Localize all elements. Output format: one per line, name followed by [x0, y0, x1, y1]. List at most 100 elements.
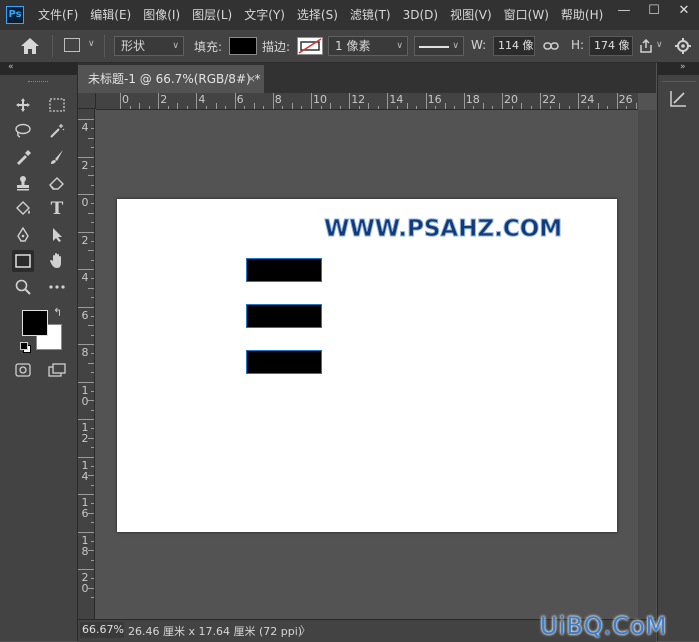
ruler-tick	[482, 103, 484, 109]
status-menu-arrow[interactable]: 〉	[300, 622, 311, 638]
ruler-tick	[530, 106, 532, 109]
ruler-tick	[425, 93, 427, 109]
ruler-tick	[568, 106, 570, 109]
path-selection-tool-icon[interactable]	[46, 224, 68, 246]
rectangle-tool-icon[interactable]	[12, 250, 34, 272]
gear-icon[interactable]	[674, 37, 692, 55]
move-tool-icon[interactable]	[12, 94, 34, 116]
ruler-label: 8	[81, 544, 89, 558]
menu-filter[interactable]: 滤镜(T)	[350, 0, 391, 30]
close-button[interactable]: ✕	[669, 0, 699, 22]
rectangle-shape-2[interactable]	[246, 304, 322, 328]
menu-image[interactable]: 图像(I)	[143, 0, 180, 30]
properties-panel-icon[interactable]	[668, 89, 688, 109]
minimize-button[interactable]: —	[609, 0, 639, 22]
ruler-origin[interactable]	[78, 93, 96, 109]
collapse-icon: «	[8, 62, 14, 72]
stroke-type-dropdown[interactable]: ∨	[414, 36, 464, 56]
zoom-level-input[interactable]: 66.67%	[80, 622, 124, 638]
canvas-watermark-text: WWW.PSAHZ.COM	[323, 216, 563, 243]
share-icon[interactable]	[639, 38, 653, 54]
foreground-color-swatch[interactable]	[22, 310, 48, 336]
screen-mode-icon[interactable]	[46, 359, 68, 381]
stroke-width-dropdown[interactable]: 1 像素 ∨	[328, 36, 408, 56]
ruler-label: 10	[313, 93, 327, 106]
link-icon[interactable]	[543, 40, 559, 52]
height-input[interactable]: 174 像	[589, 36, 633, 56]
fill-swatch[interactable]	[229, 37, 257, 55]
more-tools-icon[interactable]	[46, 276, 68, 298]
ruler-tick	[311, 93, 312, 109]
eraser-tool-icon[interactable]	[46, 172, 68, 194]
menu-view[interactable]: 视图(V)	[450, 0, 492, 30]
ruler-tick	[330, 103, 332, 109]
ruler-tick	[91, 428, 94, 430]
eyedropper-tool-icon[interactable]	[12, 146, 34, 168]
menu-help[interactable]: 帮助(H)	[561, 0, 603, 30]
toolbar-collapse-bar[interactable]: «	[0, 62, 77, 75]
tool-mode-dropdown[interactable]: 形状 ∨	[114, 36, 184, 56]
rectangle-shape-1[interactable]	[246, 258, 322, 282]
ruler-tick	[454, 106, 456, 109]
panel-collapse-bar[interactable]: »	[658, 62, 699, 75]
ruler-tick	[282, 106, 284, 109]
separator	[104, 35, 105, 57]
ruler-tick	[607, 106, 609, 109]
fill-label: 填充:	[194, 40, 223, 54]
lasso-tool-icon[interactable]	[12, 120, 34, 142]
zoom-tool-icon[interactable]	[12, 276, 34, 298]
quick-mask-icon[interactable]	[12, 359, 34, 381]
chevron-down-icon[interactable]: ∨	[88, 39, 95, 49]
vertical-ruler[interactable]: 4202468101214161820	[78, 109, 95, 619]
tool-mode-value: 形状	[121, 39, 146, 53]
brush-tool-icon[interactable]	[46, 146, 68, 168]
ruler-tick	[511, 106, 513, 109]
menu-select[interactable]: 选择(S)	[297, 0, 338, 30]
marquee-tool-icon[interactable]	[46, 94, 68, 116]
menu-layer[interactable]: 图层(L)	[192, 0, 232, 30]
ruler-tick	[88, 512, 94, 514]
magic-wand-tool-icon[interactable]	[46, 120, 68, 142]
swap-colors-icon[interactable]: ↰	[53, 306, 62, 319]
ruler-tick	[167, 106, 169, 109]
ruler-tick	[253, 103, 255, 109]
ruler-tick	[320, 106, 322, 109]
ruler-tick	[339, 106, 341, 109]
close-icon[interactable]: ×	[247, 65, 256, 93]
toolbar-grip[interactable]	[28, 81, 48, 85]
chevron-down-icon[interactable]: ∨	[656, 40, 663, 50]
vertical-scrollbar[interactable]	[638, 110, 656, 619]
type-tool-icon[interactable]: T	[46, 198, 68, 220]
rectangle-tool-preset-icon[interactable]	[64, 38, 80, 52]
document-info: 26.46 厘米 x 17.64 厘米 (72 ppi)	[128, 625, 303, 638]
horizontal-ruler[interactable]: 0 2 4 6 8 10 12 14 16 18 20 22 24 26	[96, 93, 638, 110]
ruler-tick	[406, 103, 408, 109]
stroke-line-preview	[419, 45, 449, 48]
paint-bucket-tool-icon[interactable]	[12, 198, 34, 220]
maximize-button[interactable]: ☐	[639, 0, 669, 22]
ruler-label: 1	[81, 383, 89, 397]
menu-type[interactable]: 文字(Y)	[244, 0, 285, 30]
stroke-swatch[interactable]	[297, 37, 323, 55]
rectangle-shape-3[interactable]	[246, 350, 322, 374]
menu-file[interactable]: 文件(F)	[38, 0, 78, 30]
menu-3d[interactable]: 3D(D)	[403, 0, 438, 30]
ruler-tick	[91, 203, 94, 205]
menu-edit[interactable]: 编辑(E)	[90, 0, 131, 30]
default-colors-icon[interactable]	[20, 342, 31, 353]
document-canvas[interactable]	[117, 199, 617, 532]
stamp-tool-icon[interactable]	[12, 172, 34, 194]
hand-tool-icon[interactable]	[46, 250, 68, 272]
ruler-tick	[88, 437, 94, 439]
ruler-label: 8	[81, 346, 89, 359]
document-tab-title: 未标题-1 @ 66.7%(RGB/8#) *	[88, 72, 261, 86]
home-icon[interactable]	[20, 37, 40, 55]
ruler-tick	[91, 278, 94, 280]
ruler-tick	[587, 106, 589, 109]
ruler-tick	[139, 103, 141, 109]
menu-window[interactable]: 窗口(W)	[504, 0, 549, 30]
width-input[interactable]: 114 像	[493, 36, 535, 56]
ruler-tick	[91, 503, 94, 505]
document-tab[interactable]: 未标题-1 @ 66.7%(RGB/8#) * ×	[78, 65, 264, 93]
pen-tool-icon[interactable]	[12, 224, 34, 246]
